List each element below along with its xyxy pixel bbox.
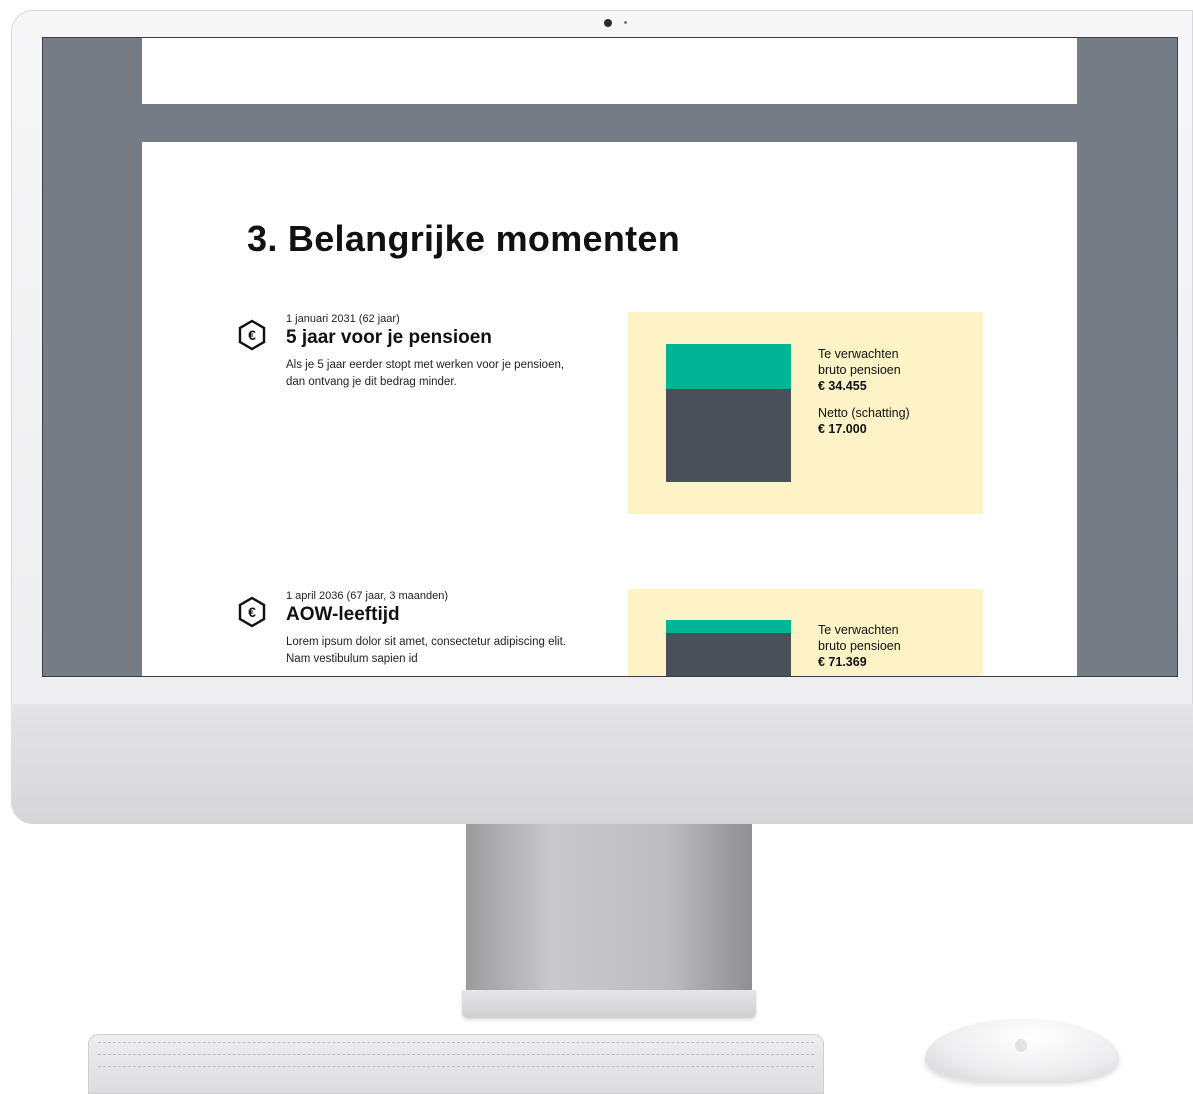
mouse — [925, 1019, 1119, 1081]
euro-hexagon-icon: € — [238, 596, 266, 628]
section-title: 3. Belangrijke momenten — [247, 218, 681, 259]
pension-card: Te verwachten bruto pensioen € 71.369 — [628, 589, 983, 676]
camera-icon — [604, 19, 612, 27]
keyboard-key-row — [98, 1042, 814, 1052]
pension-card: Te verwachten bruto pensioen € 34.455 Ne… — [628, 312, 983, 514]
gross-value: € 34.455 — [818, 379, 867, 393]
page-header — [142, 38, 1077, 104]
imac-chin — [11, 704, 1193, 824]
gross-label-line2: bruto pensioen — [818, 363, 901, 377]
bar-gross-segment — [666, 344, 791, 389]
apple-logo-icon — [1015, 1039, 1027, 1052]
bar-net-segment — [666, 633, 791, 676]
svg-text:€: € — [248, 604, 256, 620]
bar-net-segment — [666, 389, 791, 482]
moment-title: 5 jaar voor je pensioen — [286, 327, 492, 348]
moment-date: 1 april 2036 (67 jaar, 3 maanden) — [286, 590, 449, 602]
imac-stand — [466, 824, 752, 994]
page-content: 3. Belangrijke momenten € 1 januari 2031… — [142, 142, 1077, 676]
keyboard — [88, 1034, 824, 1094]
keyboard-key-row — [98, 1054, 814, 1064]
keyboard-key-row — [98, 1066, 814, 1076]
svg-text:€: € — [248, 327, 256, 343]
net-value: € 17.000 — [818, 422, 867, 436]
screen: 3. Belangrijke momenten € 1 januari 2031… — [42, 37, 1178, 677]
bar-gross-segment — [666, 620, 791, 633]
gross-label-line1: Te verwachten — [818, 347, 899, 361]
moment-description: Als je 5 jaar eerder stopt met werken vo… — [286, 359, 565, 388]
gross-label-line2: bruto pensioen — [818, 639, 901, 653]
net-label: Netto (schatting) — [818, 406, 910, 420]
gross-label-line1: Te verwachten — [818, 623, 899, 637]
moment-description: Lorem ipsum dolor sit amet, consectetur … — [286, 636, 566, 665]
euro-hexagon-icon: € — [238, 319, 266, 351]
imac-stand-base — [462, 990, 756, 1018]
gross-value: € 71.369 — [818, 655, 867, 669]
moment-date: 1 januari 2031 (62 jaar) — [286, 313, 400, 325]
moment-title: AOW-leeftijd — [286, 604, 400, 625]
camera-sensor — [624, 21, 627, 24]
